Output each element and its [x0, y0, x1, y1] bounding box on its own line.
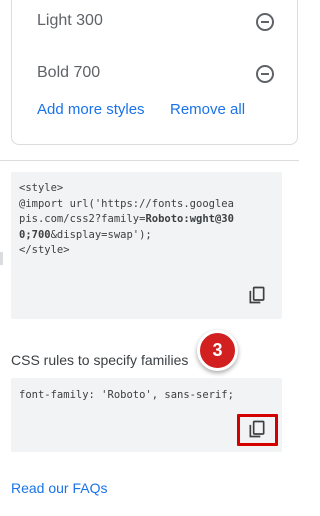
code-font-weight-text: Roboto:wght@30	[145, 213, 234, 225]
code-line: 0;700&display=swap');	[19, 228, 274, 244]
code-font-weight-text: 0;700	[19, 228, 51, 241]
code-line: font-family: 'Roboto', sans-serif;	[19, 389, 234, 401]
selected-styles-panel: Light 300 Bold 700 Add more styles Remov…	[11, 0, 298, 145]
code-text: pis.com/css2?family=	[19, 213, 146, 225]
style-item-bold-700-label: Bold 700	[37, 64, 101, 81]
code-line: <style>	[19, 182, 64, 194]
embed-code-block: <style> @import url('https://fonts.googl…	[11, 172, 282, 319]
side-indicator	[0, 252, 3, 265]
style-item-light-300-label: Light 300	[37, 12, 103, 29]
remove-circle-icon[interactable]	[256, 65, 274, 83]
faq-link[interactable]: Read our FAQs	[11, 480, 108, 496]
code-line: pis.com/css2?family=Roboto:wght@30	[19, 212, 274, 228]
copy-button-highlight	[237, 414, 278, 446]
remove-circle-icon[interactable]	[256, 13, 274, 31]
step-number-badge: 3	[197, 330, 238, 371]
copy-icon[interactable]	[247, 285, 267, 305]
code-text: &display=swap');	[50, 228, 152, 241]
css-rules-heading: CSS rules to specify families	[11, 352, 189, 368]
remove-all-link[interactable]: Remove all	[170, 101, 245, 118]
code-line: </style>	[19, 244, 70, 256]
add-more-styles-link[interactable]: Add more styles	[37, 101, 145, 118]
code-line: @import url('https://fonts.googlea	[19, 197, 234, 210]
section-divider	[0, 160, 299, 161]
